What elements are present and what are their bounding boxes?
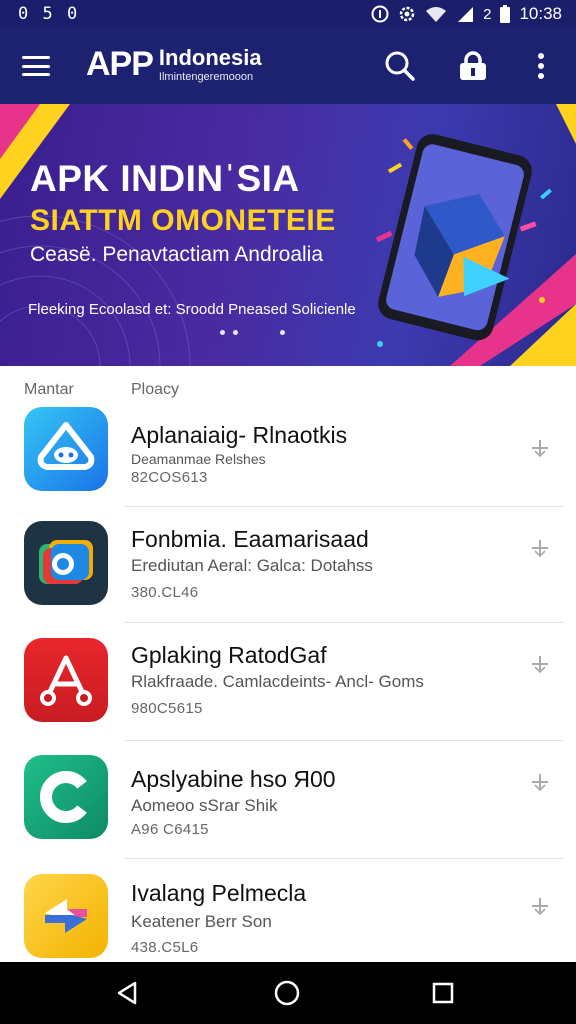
recents-icon[interactable] xyxy=(428,978,458,1008)
list-header: Mantar Ploacy xyxy=(0,366,576,406)
app-description: Rlakfraade. Camlacdeints- Ancl- Goms xyxy=(131,672,424,691)
battery-text: 2 xyxy=(483,5,492,23)
brand-subtitle: Ilmintengeremooon xyxy=(158,71,254,83)
download-icon[interactable] xyxy=(528,536,552,560)
list-header-right: Ploacy xyxy=(131,381,180,398)
app-name: Fonbmia. Eaamarisaad xyxy=(131,526,369,552)
app-name: Ivalang Pelmecla xyxy=(131,880,307,906)
brand: APP Indonesia Ilmintengeremooon xyxy=(86,42,262,86)
list-header-left: Mantar xyxy=(24,381,74,398)
back-icon[interactable] xyxy=(113,978,143,1008)
banner-subtitle: SIATTM OMONETEIE xyxy=(30,204,336,237)
brand-logo: APP xyxy=(86,45,154,83)
list-item[interactable]: Fonbmia. Eaamarisaad Erediutan Aeral: Ga… xyxy=(0,518,576,634)
lock-icon[interactable] xyxy=(455,48,491,84)
gear-icon xyxy=(398,5,416,23)
app-meta: 980C5615 xyxy=(131,700,203,717)
app-meta: 82COS613 xyxy=(131,469,208,486)
app-bar: APP Indonesia Ilmintengeremooon xyxy=(0,28,576,104)
banner-tagline: Ceasë. Penavtactiam Androalia xyxy=(30,243,324,266)
chat-cloud-icon xyxy=(24,407,108,491)
promo-banner[interactable]: APK INDINˈSIA SIATTM OMONETEIE Ceasë. Pe… xyxy=(0,104,576,366)
divider xyxy=(124,740,564,741)
download-icon[interactable] xyxy=(528,894,552,918)
status-bar: 0 5 0 2 10:38 xyxy=(0,0,576,28)
app-meta: 380.CL46 xyxy=(131,584,199,601)
carousel-dot[interactable] xyxy=(220,330,225,335)
menu-icon[interactable] xyxy=(20,52,52,80)
wifi-icon xyxy=(425,5,447,23)
status-left-text: 0 5 0 xyxy=(18,4,80,24)
list-item[interactable]: Apslyabine hso Я00 Aomeoo sSrar Shik A96… xyxy=(0,752,576,868)
brand-name: Indonesia xyxy=(158,45,262,70)
download-icon[interactable] xyxy=(528,770,552,794)
home-icon[interactable] xyxy=(272,978,302,1008)
carousel-dot[interactable] xyxy=(233,330,238,335)
app-name: Apslyabine hso Я00 xyxy=(131,766,336,792)
app-meta: 438.C5L6 xyxy=(131,939,199,956)
camera-icon xyxy=(24,521,108,605)
carousel-indicator[interactable] xyxy=(220,330,285,335)
system-nav-bar xyxy=(0,962,576,1024)
app-name: Gplaking RatodGaf xyxy=(131,642,327,668)
carousel-dot[interactable] xyxy=(280,330,285,335)
download-icon[interactable] xyxy=(528,436,552,460)
list-item[interactable]: Gplaking RatodGaf Rlakfraade. Camlacdein… xyxy=(0,634,576,750)
battery-icon xyxy=(500,5,511,23)
list-item[interactable]: Aplanaiaig- Rlnaotkis Deamanmae Relshes … xyxy=(0,404,576,520)
signal-icon xyxy=(456,5,474,23)
banner-caption: Fleeking Ecoolasd et: Sroodd Pneased Sol… xyxy=(28,301,356,318)
share-arrows-icon xyxy=(24,874,108,958)
app-description: Deamanmae Relshes xyxy=(131,451,266,467)
c-logo-icon xyxy=(24,755,108,839)
banner-title: APK INDINˈSIA xyxy=(30,158,300,199)
app-description: Keatener Berr Son xyxy=(131,912,272,931)
compass-icon xyxy=(24,638,108,722)
status-icons: 2 10:38 xyxy=(371,4,562,24)
app-description: Erediutan Aeral: Galca: Dotahss xyxy=(131,556,373,575)
app-description: Aomeoo sSrar Shik xyxy=(131,796,278,815)
info-icon xyxy=(371,5,389,23)
download-icon[interactable] xyxy=(528,652,552,676)
app-name: Aplanaiaig- Rlnaotkis xyxy=(131,422,348,448)
more-vert-icon[interactable] xyxy=(523,48,559,84)
divider xyxy=(124,858,564,859)
search-icon[interactable] xyxy=(382,48,418,84)
divider xyxy=(124,506,564,507)
app-meta: A96 C6415 xyxy=(131,821,209,838)
clock: 10:38 xyxy=(519,4,562,23)
divider xyxy=(124,622,564,623)
